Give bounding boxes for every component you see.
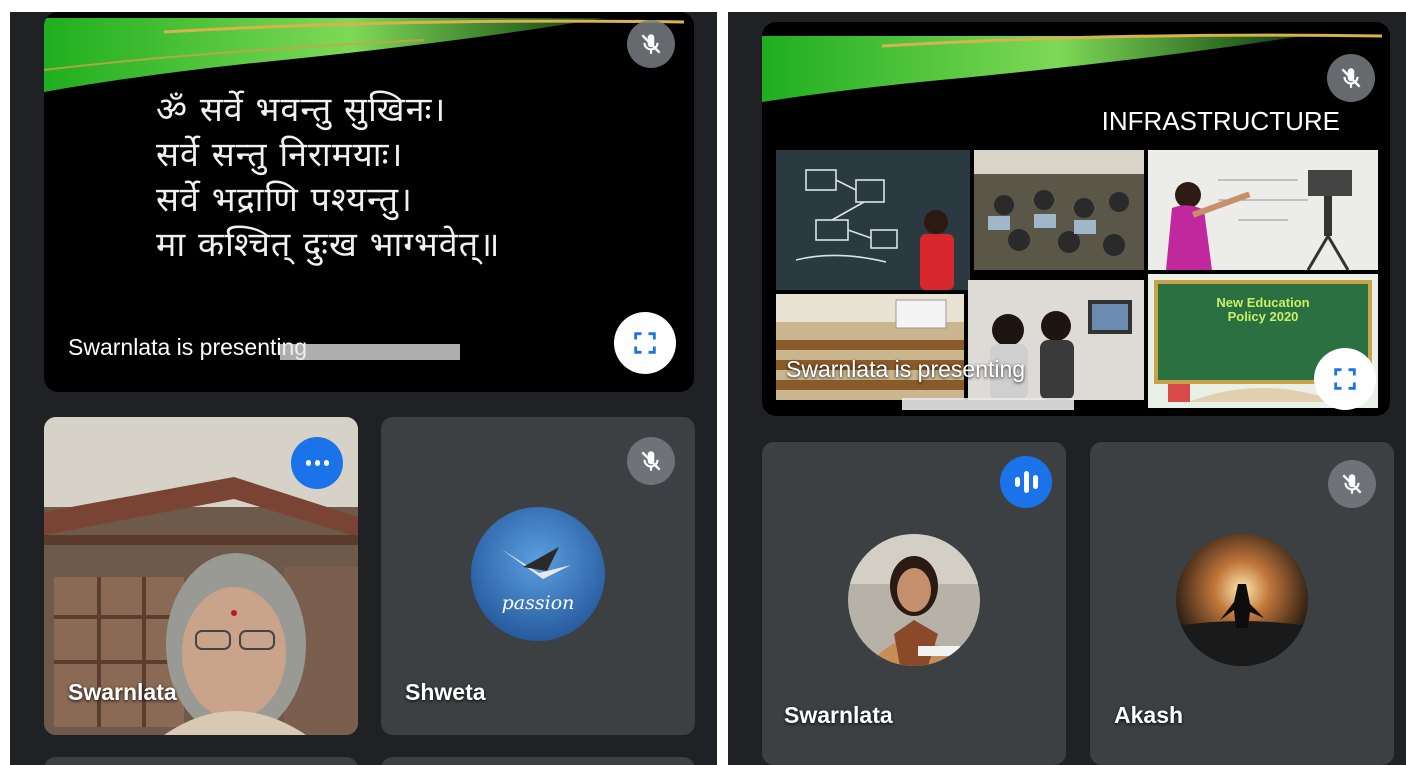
presentation-tile[interactable]: ॐ सर्वे भवन्तु सुखिनः। सर्वे सन्तु निराम…: [44, 12, 694, 392]
participant-tile-shweta[interactable]: passion Shweta: [381, 417, 695, 735]
mic-off-icon: [1328, 460, 1376, 508]
shloka-line: सर्वे सन्तु निरामयाः।: [156, 135, 404, 175]
slide-banner: [762, 22, 1390, 102]
participant-tile-swarnlata[interactable]: Swarnlata: [762, 442, 1066, 765]
participant-name: Swarnlata: [68, 679, 177, 705]
meet-screenshot-right: INFRASTRUCTURE New Education Policy 2020…: [728, 12, 1406, 765]
avatar: [1176, 534, 1308, 666]
fullscreen-button[interactable]: [1314, 348, 1376, 410]
subtitle-strip: [902, 398, 1074, 410]
slide-banner: [44, 12, 694, 92]
fullscreen-button[interactable]: [614, 312, 676, 374]
participant-tile-partial[interactable]: [381, 757, 695, 765]
presenting-label: Swarnlata is presenting: [68, 334, 308, 360]
participant-tile-partial[interactable]: [44, 757, 358, 765]
avatar: passion: [471, 507, 605, 641]
nep-text: New Education Policy 2020: [1216, 295, 1310, 324]
avatar-text: passion: [502, 592, 575, 614]
fullscreen-icon: [1334, 368, 1356, 390]
slide-shloka: ॐ सर्वे भवन्तु सुखिनः। सर्वे सन्तु निराम…: [156, 88, 500, 268]
participant-tile-swarnlata[interactable]: Swarnlata: [44, 417, 358, 735]
slide-title: INFRASTRUCTURE: [1101, 106, 1340, 136]
photo-blackboard: [776, 150, 970, 290]
audio-level-icon: [1000, 456, 1052, 508]
shloka-line: ॐ सर्वे भवन्तु सुखिनः।: [156, 90, 447, 130]
participant-name: Akash: [1114, 702, 1184, 728]
photo-teacher-whiteboard: [1148, 150, 1378, 270]
mic-off-icon: [627, 20, 675, 68]
photo-classroom: [776, 294, 964, 400]
audio-level-icon: [291, 437, 343, 489]
presentation-tile[interactable]: INFRASTRUCTURE New Education Policy 2020…: [762, 22, 1390, 416]
photo-computer-lab: [974, 150, 1144, 270]
participant-name: Shweta: [405, 679, 486, 705]
avatar: [848, 534, 980, 666]
shloka-line: सर्वे भद्राणि पश्यन्तु।: [156, 180, 413, 220]
shloka-line: मा कश्चित् दुःख भाग्भवेत्॥: [156, 225, 501, 265]
meet-screenshot-left: ॐ सर्वे भवन्तु सुखिनः। सर्वे सन्तु निराम…: [10, 12, 717, 765]
presenting-label: Swarnlata is presenting: [786, 356, 1026, 382]
subtitle-strip: [280, 344, 460, 360]
mic-off-icon: [1327, 54, 1375, 102]
participant-tile-akash[interactable]: Akash: [1090, 442, 1394, 765]
participant-name: Swarnlata: [784, 702, 893, 728]
mic-off-icon: [627, 437, 675, 485]
fullscreen-icon: [634, 332, 656, 354]
